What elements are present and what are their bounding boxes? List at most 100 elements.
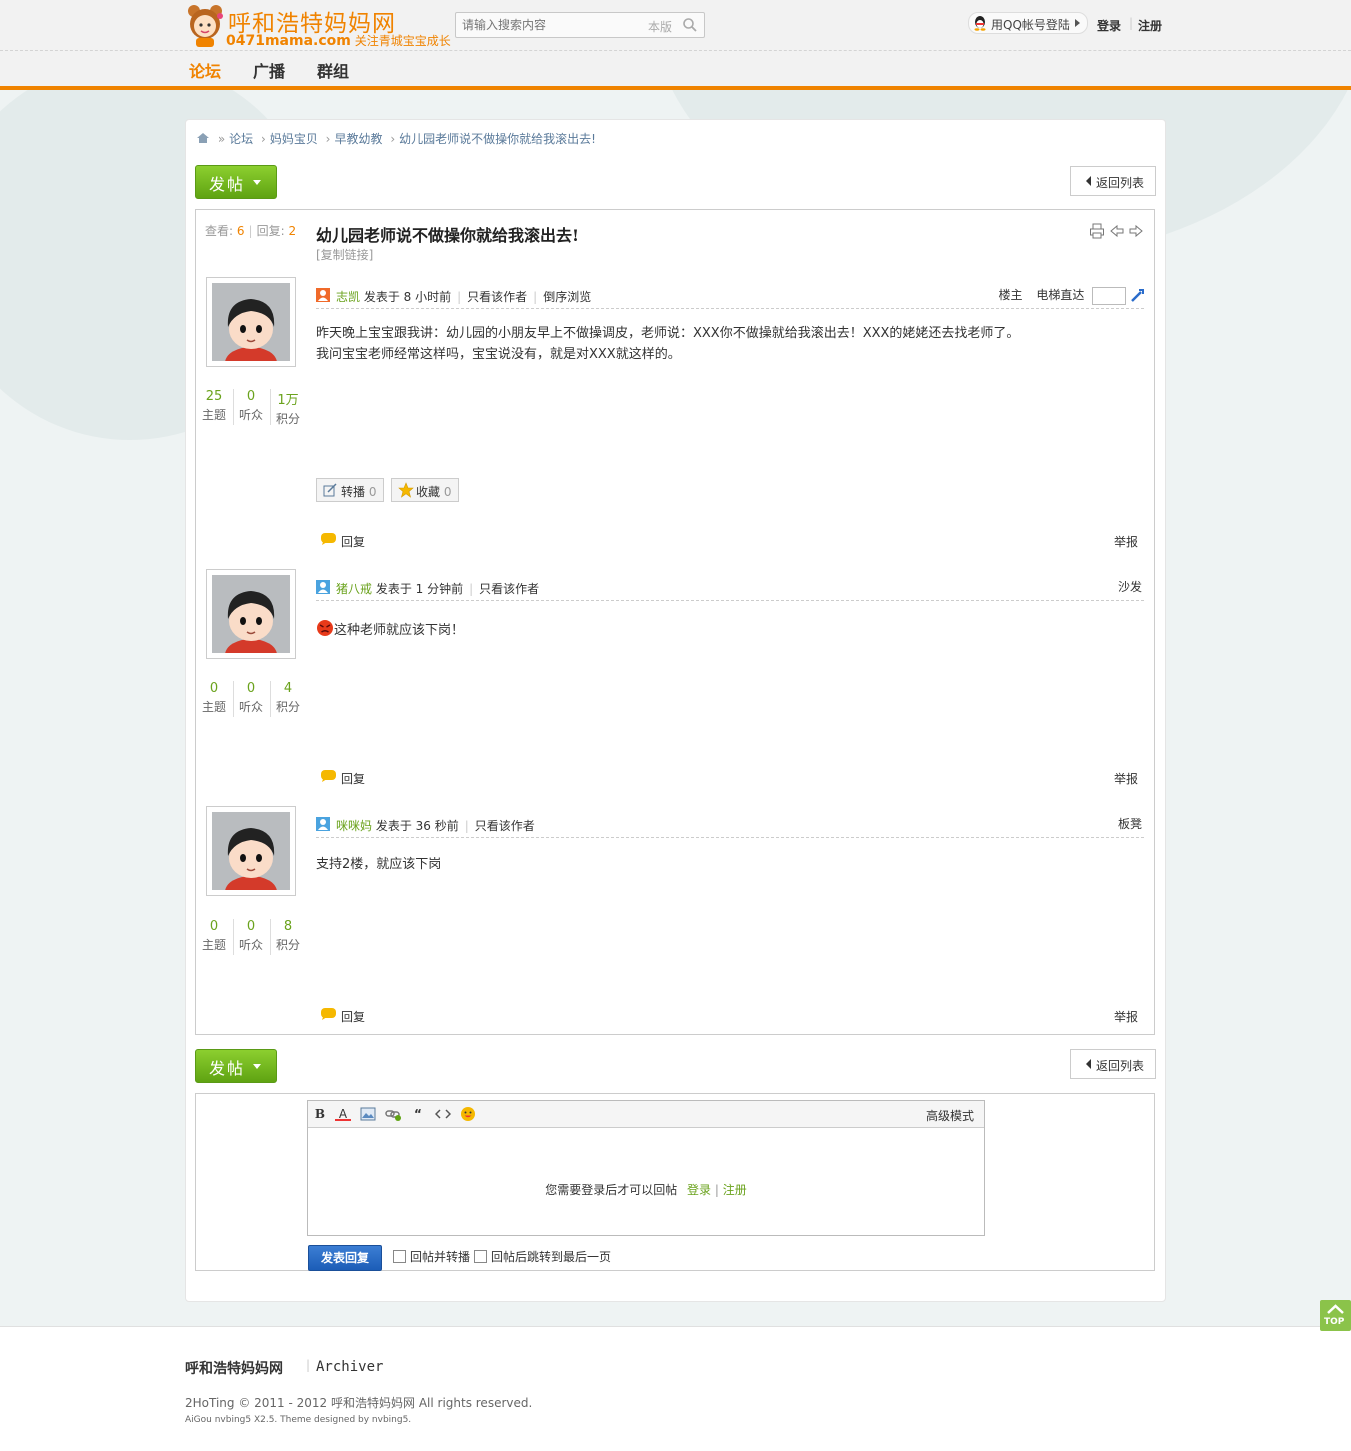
back-to-top-button[interactable]: TOP: [1320, 1300, 1351, 1331]
stat-points[interactable]: 4 积分: [270, 681, 306, 715]
avatar[interactable]: [206, 806, 296, 896]
checkbox-label: 回帖后跳转到最后一页: [491, 1250, 612, 1264]
quote-icon[interactable]: “: [410, 1106, 426, 1122]
qq-penguin-icon: [974, 16, 986, 31]
copy-link[interactable]: [复制链接]: [316, 246, 373, 263]
nav-broadcast[interactable]: 广播: [253, 58, 285, 82]
author-name[interactable]: 咪咪妈: [336, 819, 372, 833]
stat-label: 积分: [275, 412, 300, 426]
stat-points[interactable]: 1万 积分: [270, 389, 306, 427]
editor-register-link[interactable]: 注册: [723, 1183, 747, 1197]
post-line: 支持2楼，就应该下岗: [316, 857, 442, 872]
stat-label: 主题: [201, 408, 226, 422]
report-link[interactable]: 举报: [1114, 1008, 1138, 1025]
code-icon[interactable]: [435, 1106, 451, 1122]
share-button[interactable]: 转播 0: [316, 478, 384, 502]
back-to-list-button-bottom[interactable]: 返回列表: [1070, 1049, 1156, 1079]
stat-threads[interactable]: 0 主题: [196, 681, 232, 715]
stat-label: 听众: [238, 700, 263, 714]
go-floor-icon[interactable]: [1130, 288, 1144, 303]
floor-controls: 楼主 电梯直达: [998, 286, 1144, 305]
qq-login-button[interactable]: 用QQ帐号登陆: [968, 12, 1088, 34]
reply-editor: B A “ 高级模式 您需要登录后才可以回帖 登录 | 注册: [307, 1100, 985, 1236]
report-link[interactable]: 举报: [1114, 770, 1138, 787]
elevator-label: 电梯直达: [1036, 288, 1085, 302]
qq-login-label: 用QQ帐号登陆: [991, 18, 1070, 32]
site-logo[interactable]: 呼和浩特妈妈网 0471mama.com 关注青城宝宝成长: [186, 2, 451, 49]
thread-title: 幼儿园老师说不做操你就给我滚出去!: [316, 226, 580, 245]
meta-separator: |: [457, 290, 462, 304]
avatar[interactable]: [206, 569, 296, 659]
share-on-reply-checkbox[interactable]: 回帖并转播: [393, 1248, 470, 1265]
breadcrumb-mama-baby[interactable]: 妈妈宝贝: [270, 132, 318, 146]
new-post-button-bottom[interactable]: 发帖: [195, 1049, 277, 1083]
reverse-order-link[interactable]: 倒序浏览: [543, 290, 591, 304]
header-separator: |: [1129, 16, 1134, 30]
bold-icon[interactable]: B: [312, 1106, 328, 1122]
avatar[interactable]: [206, 277, 296, 367]
footer: 呼和浩特妈妈网 | Archiver 2HoTing © 2011 - 2012…: [0, 1326, 1351, 1451]
floor-label: 板凳: [1117, 817, 1142, 831]
advanced-mode-link[interactable]: 高级模式: [926, 1107, 974, 1124]
report-link[interactable]: 举报: [1114, 533, 1138, 550]
footer-site-link[interactable]: 呼和浩特妈妈网: [185, 1358, 283, 1378]
search-icon[interactable]: [682, 17, 698, 33]
post-line: 这种老师就应该下岗！: [334, 623, 465, 638]
login-required-notice: 您需要登录后才可以回帖 登录 | 注册: [308, 1181, 984, 1198]
login-link[interactable]: 登录: [1097, 17, 1121, 34]
register-link[interactable]: 注册: [1138, 17, 1162, 34]
post-content: 这种老师就应该下岗！: [316, 619, 464, 641]
prev-thread-icon[interactable]: [1110, 224, 1124, 238]
author-name[interactable]: 志凯: [336, 290, 360, 304]
thread-stats: 查看: 6 | 回复: 2: [205, 222, 296, 239]
only-author-link[interactable]: 只看该作者: [467, 290, 527, 304]
editor-login-link[interactable]: 登录: [687, 1183, 711, 1197]
stat-label: 积分: [275, 938, 300, 952]
reply-label: 回复: [341, 535, 366, 549]
author-name[interactable]: 猪八戒: [336, 582, 372, 596]
meta-separator: |: [464, 819, 469, 833]
stat-followers[interactable]: 0 听众: [233, 919, 269, 953]
next-thread-icon[interactable]: [1129, 224, 1143, 238]
back-to-list-button[interactable]: 返回列表: [1070, 166, 1156, 196]
footer-separator: |: [306, 1358, 311, 1372]
stat-points[interactable]: 8 积分: [270, 919, 306, 953]
smiley-icon[interactable]: [460, 1106, 476, 1122]
stat-followers[interactable]: 0 听众: [233, 389, 269, 423]
logo-domain: 0471mama.com: [226, 33, 351, 49]
home-icon[interactable]: [196, 132, 210, 144]
checkbox[interactable]: [474, 1250, 487, 1263]
post-time: 发表于 1 分钟前: [375, 582, 464, 596]
floor-label: 楼主: [998, 288, 1023, 302]
only-author-link[interactable]: 只看该作者: [479, 582, 539, 596]
favorite-button[interactable]: 收藏 0: [391, 478, 459, 502]
print-icon[interactable]: [1089, 223, 1105, 239]
floor-label: 沙发: [1117, 580, 1142, 594]
new-post-button[interactable]: 发帖: [195, 165, 277, 199]
copyright: 2HoTing © 2011 - 2012 呼和浩特妈妈网 All rights…: [185, 1396, 533, 1410]
jump-last-page-checkbox[interactable]: 回帖后跳转到最后一页: [474, 1248, 611, 1265]
submit-reply-button[interactable]: 发表回复: [308, 1245, 382, 1271]
only-author-link[interactable]: 只看该作者: [475, 819, 535, 833]
search-input[interactable]: [460, 16, 644, 34]
stat-followers[interactable]: 0 听众: [233, 681, 269, 715]
post-header: 志凯 发表于 8 小时前 | 只看该作者 | 倒序浏览 楼主 电梯直达: [316, 286, 1144, 309]
breadcrumb-forum[interactable]: 论坛: [229, 132, 253, 146]
post-content: 昨天晚上宝宝跟我讲：幼儿园的小朋友早上不做操调皮，老师说：XXX你不做操就给我滚…: [316, 323, 1019, 365]
font-color-icon[interactable]: A: [335, 1106, 351, 1121]
stat-threads[interactable]: 0 主题: [196, 919, 232, 953]
post-header: 咪咪妈 发表于 36 秒前 | 只看该作者 板凳: [316, 815, 1144, 838]
image-icon[interactable]: [360, 1106, 376, 1122]
nav-groups[interactable]: 群组: [317, 58, 349, 82]
replies-label: 回复:: [256, 224, 285, 238]
link-icon[interactable]: [385, 1106, 401, 1122]
logo-mascot-icon: [188, 5, 223, 47]
search-scope[interactable]: 本版: [648, 18, 672, 35]
archiver-link[interactable]: Archiver: [316, 1359, 383, 1375]
breadcrumb-thread[interactable]: 幼儿园老师说不做操你就给我滚出去!: [399, 132, 596, 146]
checkbox[interactable]: [393, 1250, 406, 1263]
nav-forum[interactable]: 论坛: [189, 58, 221, 82]
elevator-input[interactable]: [1092, 286, 1127, 305]
breadcrumb-early-education[interactable]: 早教幼教: [334, 132, 382, 146]
stat-threads[interactable]: 25 主题: [196, 389, 232, 423]
